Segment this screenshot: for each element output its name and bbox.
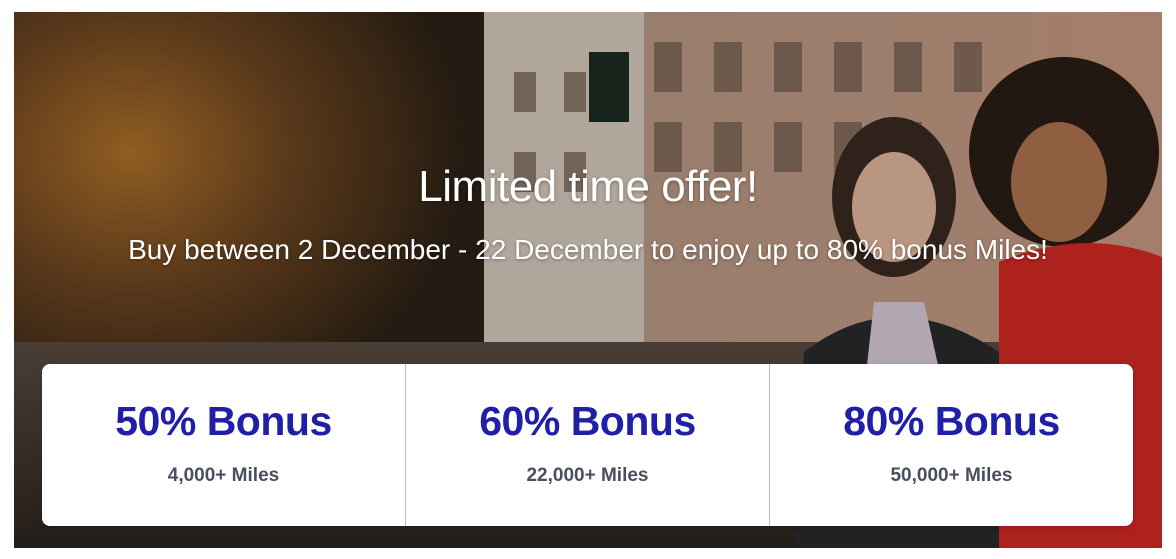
offer-description: Buy between 2 December - 22 December to … xyxy=(128,234,1048,265)
bonus-offer-card-60[interactable]: 60% Bonus 22,000+ Miles xyxy=(406,364,770,526)
bonus-offer-card-50[interactable]: 50% Bonus 4,000+ Miles xyxy=(42,364,406,526)
bonus-offers-panel: 50% Bonus 4,000+ Miles 60% Bonus 22,000+… xyxy=(42,364,1133,526)
bonus-offer-card-80[interactable]: 80% Bonus 50,000+ Miles xyxy=(770,364,1133,526)
miles-threshold: 50,000+ Miles xyxy=(890,465,1013,486)
miles-threshold: 22,000+ Miles xyxy=(526,465,649,486)
miles-threshold: 4,000+ Miles xyxy=(167,465,280,486)
bonus-percentage: 80% Bonus xyxy=(843,398,1060,444)
offer-headline: Limited time offer! xyxy=(418,162,758,211)
bonus-percentage: 50% Bonus xyxy=(115,398,332,444)
bonus-percentage: 60% Bonus xyxy=(479,398,696,444)
promo-banner: Limited time offer! Buy between 2 Decemb… xyxy=(14,12,1162,548)
